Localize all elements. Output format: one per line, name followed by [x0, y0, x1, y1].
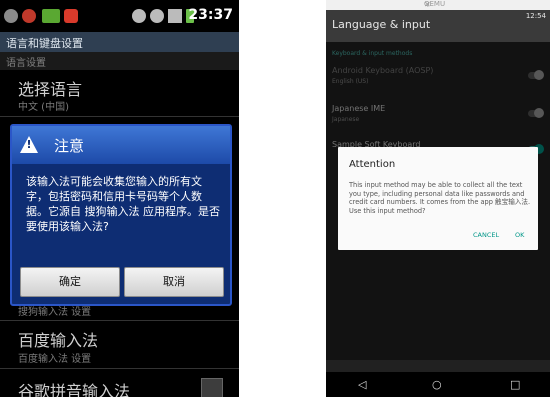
- left-phone-screen: 23:37 语言和键盘设置 语言设置 选择语言 中文 (中国) 搜狗输入法 设置…: [0, 0, 239, 397]
- left-status-bar: 23:37: [0, 0, 239, 32]
- baidu-ime-subtitle: 百度输入法 设置: [18, 354, 92, 365]
- back-icon[interactable]: ◁: [358, 378, 366, 391]
- divider: [0, 116, 239, 117]
- cancel-button[interactable]: CANCEL: [473, 231, 499, 239]
- status-time: 23:37: [188, 7, 233, 23]
- dialog-message: 该输入法可能会收集您输入的所有文字，包括密码和信用卡号码等个人数据。它源自 搜狗…: [26, 175, 220, 233]
- recents-icon[interactable]: □: [510, 378, 520, 391]
- checkbox[interactable]: [201, 378, 223, 397]
- dialog-title: Attention: [349, 159, 396, 170]
- home-icon[interactable]: ○: [432, 378, 442, 391]
- right-phone-screen: QEMU ✕ Language & input 12:54 Keyboard &…: [326, 0, 550, 397]
- header-title: 语言和键盘设置: [6, 37, 83, 50]
- select-language-subtitle: 中文 (中国): [18, 102, 69, 113]
- divider: [0, 320, 239, 321]
- notification-icon: [4, 9, 18, 23]
- attention-dialog: ! 注意 该输入法可能会收集您输入的所有文字，包括密码和信用卡号码等个人数据。它…: [10, 124, 232, 306]
- signal-icon: [168, 9, 182, 23]
- battery-notify-icon: [42, 9, 60, 23]
- close-icon[interactable]: ✕: [424, 0, 544, 9]
- location-icon: [132, 9, 146, 23]
- attention-dialog: Attention This input method may be able …: [338, 147, 538, 250]
- app-bar: Language & input 12:54: [326, 10, 550, 42]
- app-icon: [22, 9, 36, 23]
- ok-button[interactable]: OK: [515, 231, 524, 239]
- google-pinyin-title: 谷歌拼音输入法: [18, 382, 131, 397]
- cancel-button[interactable]: 取消: [124, 267, 224, 297]
- section-label: 语言设置: [6, 58, 46, 69]
- baidu-ime-title: 百度输入法: [18, 331, 99, 350]
- settings-header: 语言和键盘设置: [0, 32, 239, 52]
- shield-icon: [64, 9, 78, 23]
- section-header: 语言设置: [0, 52, 239, 70]
- dialog-header: ! 注意: [12, 126, 230, 164]
- status-time: 12:54: [525, 12, 546, 20]
- wifi-icon: [150, 9, 164, 23]
- emulator-titlebar: QEMU ✕: [326, 0, 550, 10]
- select-language-title: 选择语言: [18, 80, 83, 99]
- dialog-message: This input method may be able to collect…: [349, 181, 531, 215]
- app-title: Language & input: [332, 18, 431, 31]
- ok-button[interactable]: 确定: [20, 267, 120, 297]
- divider: [0, 368, 239, 369]
- navigation-bar: ◁ ○ □: [326, 372, 550, 397]
- dialog-title: 注意: [54, 137, 85, 155]
